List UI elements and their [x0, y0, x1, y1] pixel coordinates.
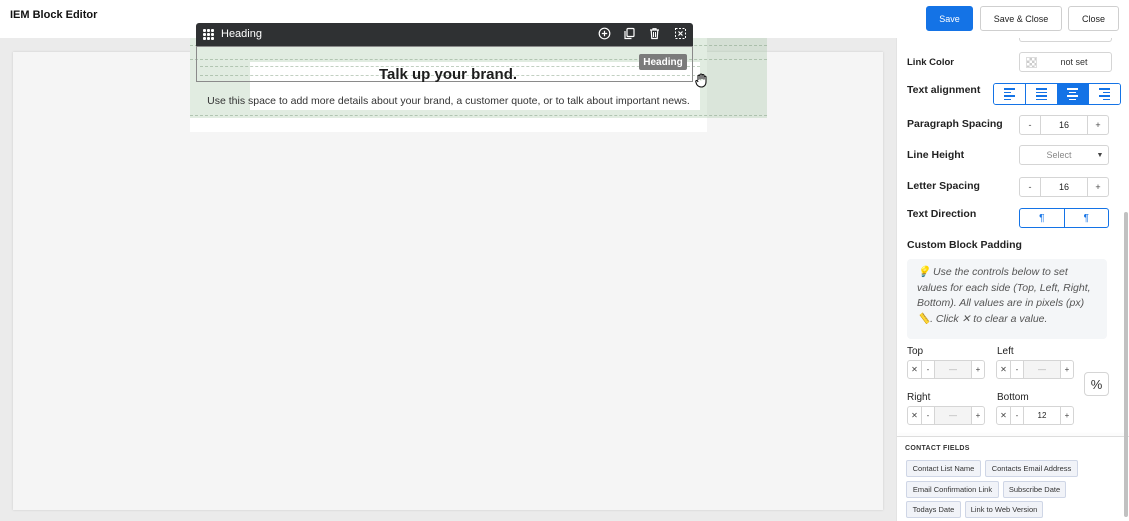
padding-right-decrement[interactable]: - — [921, 407, 934, 424]
rtl-direction-button[interactable]: ¶ — [1065, 209, 1109, 227]
letter-spacing-value[interactable]: 16 — [1040, 178, 1088, 196]
clear-bottom-icon[interactable]: ✕ — [997, 407, 1010, 424]
guide-line — [190, 115, 767, 116]
align-justify-icon — [1035, 88, 1047, 100]
percent-unit-toggle[interactable]: % — [1084, 372, 1109, 396]
align-right-button[interactable] — [1089, 84, 1120, 104]
clear-right-icon[interactable]: ✕ — [908, 407, 921, 424]
letter-spacing-decrement[interactable]: - — [1020, 178, 1040, 196]
padding-top-label: Top — [907, 346, 924, 357]
padding-bottom-label: Bottom — [997, 392, 1029, 403]
line-height-placeholder: Select — [1046, 150, 1072, 160]
ltr-direction-button[interactable]: ¶ — [1020, 209, 1065, 227]
padding-right-increment[interactable]: + — [971, 407, 984, 424]
link-color-value: not set — [1060, 57, 1088, 67]
align-center-button[interactable] — [1057, 84, 1090, 104]
spacing-guide — [250, 110, 700, 118]
save-button[interactable]: Save — [926, 6, 973, 31]
deselect-icon[interactable] — [673, 27, 688, 42]
plus-circle-icon[interactable] — [597, 27, 612, 42]
properties-panel: Link Color not set Text alignment Paragr… — [896, 38, 1129, 521]
duplicate-icon[interactable] — [622, 27, 637, 42]
padding-left-control: ✕ - — + — [996, 360, 1074, 379]
padding-left-value[interactable]: — — [1023, 361, 1060, 378]
block-toolbar-title: Heading — [221, 28, 262, 40]
padding-bottom-decrement[interactable]: - — [1010, 407, 1023, 424]
padding-info-box: 💡 Use the controls below to set values f… — [907, 259, 1107, 339]
padding-top-control: ✕ - — + — [907, 360, 985, 379]
transparent-swatch-icon — [1026, 56, 1037, 68]
padding-bottom-control: ✕ - 12 + — [996, 406, 1074, 425]
paragraph-spacing-stepper: - 16 + — [1019, 115, 1109, 135]
padding-right-label: Right — [907, 392, 931, 403]
trash-icon[interactable] — [647, 27, 662, 42]
text-alignment-label: Text alignment — [907, 84, 981, 96]
padding-bottom-value[interactable]: 12 — [1023, 407, 1060, 424]
ltr-icon: ¶ — [1039, 212, 1045, 224]
paragraph-spacing-decrement[interactable]: - — [1020, 116, 1040, 134]
padding-top-increment[interactable]: + — [971, 361, 984, 378]
padding-right-value[interactable]: — — [934, 407, 971, 424]
padding-left-increment[interactable]: + — [1060, 361, 1073, 378]
paragraph-spacing-value[interactable]: 16 — [1040, 116, 1088, 134]
chevron-down-icon: ▼ — [1096, 151, 1104, 159]
contact-field-chip[interactable]: Subscribe Date — [1003, 481, 1066, 498]
app-title: IEM Block Editor — [10, 9, 98, 21]
contact-field-chip[interactable]: Email Confirmation Link — [906, 481, 999, 498]
contact-field-chip[interactable]: Link to Web Version — [965, 501, 1043, 518]
contact-fields-title: CONTACT FIELDS — [905, 445, 970, 452]
align-center-icon — [1067, 88, 1079, 100]
letter-spacing-increment[interactable]: + — [1088, 178, 1108, 196]
section-divider — [897, 436, 1129, 437]
line-height-select[interactable]: Select ▼ — [1019, 145, 1109, 165]
close-button[interactable]: Close — [1068, 6, 1119, 31]
spacing-guide — [700, 62, 767, 118]
text-direction-group: ¶ ¶ — [1019, 208, 1109, 228]
previous-field-stub — [1019, 38, 1112, 42]
hand-cursor-icon — [695, 73, 709, 89]
paragraph-spacing-label: Paragraph Spacing — [907, 118, 1003, 130]
link-color-picker[interactable]: not set — [1019, 52, 1112, 72]
letter-spacing-stepper: - 16 + — [1019, 177, 1109, 197]
padding-right-control: ✕ - — + — [907, 406, 985, 425]
paragraph-spacing-increment[interactable]: + — [1088, 116, 1108, 134]
contact-field-chip[interactable]: Todays Date — [906, 501, 961, 518]
block-toolbar: Heading — [196, 23, 693, 46]
letter-spacing-label: Letter Spacing — [907, 180, 980, 192]
heading-text[interactable]: Talk up your brand. — [196, 66, 700, 83]
rtl-icon: ¶ — [1083, 212, 1089, 224]
panel-scrollbar[interactable] — [1124, 212, 1128, 517]
custom-padding-label: Custom Block Padding — [907, 239, 1022, 251]
clear-left-icon[interactable]: ✕ — [997, 361, 1010, 378]
drag-handle-icon[interactable] — [203, 29, 214, 40]
body-text[interactable]: Use this space to add more details about… — [190, 95, 707, 107]
padding-left-decrement[interactable]: - — [1010, 361, 1023, 378]
padding-bottom-increment[interactable]: + — [1060, 407, 1073, 424]
percent-icon: % — [1090, 376, 1103, 392]
text-alignment-group — [993, 83, 1121, 105]
padding-top-value[interactable]: — — [934, 361, 971, 378]
align-left-icon — [1003, 88, 1015, 100]
link-color-label: Link Color — [907, 57, 954, 68]
align-right-icon — [1099, 88, 1111, 100]
line-height-label: Line Height — [907, 149, 965, 161]
contact-field-chip[interactable]: Contacts Email Address — [985, 460, 1078, 477]
align-justify-button[interactable] — [1025, 84, 1058, 104]
text-direction-label: Text Direction — [907, 208, 977, 220]
block-type-badge: Heading — [639, 54, 687, 70]
padding-left-label: Left — [997, 346, 1014, 357]
save-and-close-button[interactable]: Save & Close — [980, 6, 1062, 31]
clear-top-icon[interactable]: ✕ — [908, 361, 921, 378]
align-left-button[interactable] — [994, 84, 1026, 104]
padding-top-decrement[interactable]: - — [921, 361, 934, 378]
contact-field-chip[interactable]: Contact List Name — [906, 460, 981, 477]
